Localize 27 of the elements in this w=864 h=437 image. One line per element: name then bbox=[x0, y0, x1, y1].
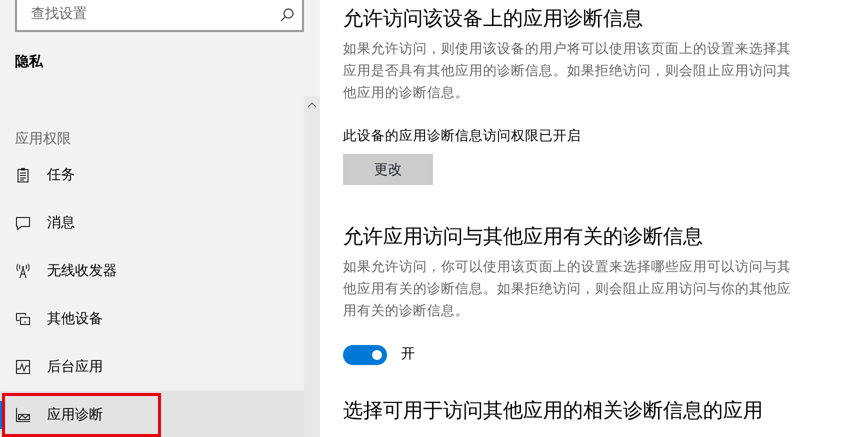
toggle-label: 开 bbox=[401, 345, 415, 364]
section-heading: 选择可用于访问其他应用的相关诊断信息的应用 bbox=[343, 397, 764, 424]
sidebar-item[interactable]: 其他设备 bbox=[0, 295, 304, 343]
toggle-switch[interactable] bbox=[343, 344, 387, 364]
search-icon bbox=[280, 8, 294, 22]
change-button[interactable]: 更改 bbox=[343, 154, 433, 186]
sidebar-item[interactable]: 消息 bbox=[0, 199, 304, 247]
section-label: 应用权限 bbox=[15, 130, 72, 149]
search-field[interactable]: 查找设置 bbox=[29, 3, 280, 26]
sidebar-item[interactable]: 应用诊断 bbox=[0, 391, 304, 437]
section-description: 如果允许访问，你可以使用该页面上的设置来选择哪些应用可以访问与其他应用有关的诊断信息。如果拒绝访问，则会阻止应用访问与你的其他应用有关的诊断信息。 bbox=[343, 258, 792, 321]
devices-icon bbox=[15, 311, 31, 327]
page-title: 隐私 bbox=[14, 53, 44, 72]
sidebar-item[interactable]: 无线收发器 bbox=[0, 247, 304, 295]
section-description: 如果允许访问，则使用该设备的用户将可以使用该页面上的设置来选择其应用是否具有其他应用的诊断信息。如果拒绝访问，则会阻止应用访问其他应用的诊断信息。 bbox=[343, 40, 792, 103]
sidebar-item[interactable]: 后台应用 bbox=[0, 343, 304, 391]
status-text: 此设备的应用诊断信息访问权限已开启 bbox=[343, 127, 582, 146]
activity-chart-icon bbox=[15, 359, 31, 375]
sidebar-item[interactable]: 任务 bbox=[0, 151, 304, 199]
speech-bubble-icon bbox=[15, 215, 31, 231]
antenna-icon bbox=[15, 263, 31, 279]
clipboard-icon bbox=[15, 167, 31, 183]
search-box[interactable]: 查找设置 bbox=[15, 0, 304, 32]
section-heading: 允许应用访问与其他应用有关的诊断信息 bbox=[343, 223, 704, 250]
section-heading: 允许访问该设备上的应用诊断信息 bbox=[343, 5, 644, 32]
area-chart-icon bbox=[15, 407, 31, 423]
scroll-up-icon[interactable] bbox=[307, 101, 317, 108]
